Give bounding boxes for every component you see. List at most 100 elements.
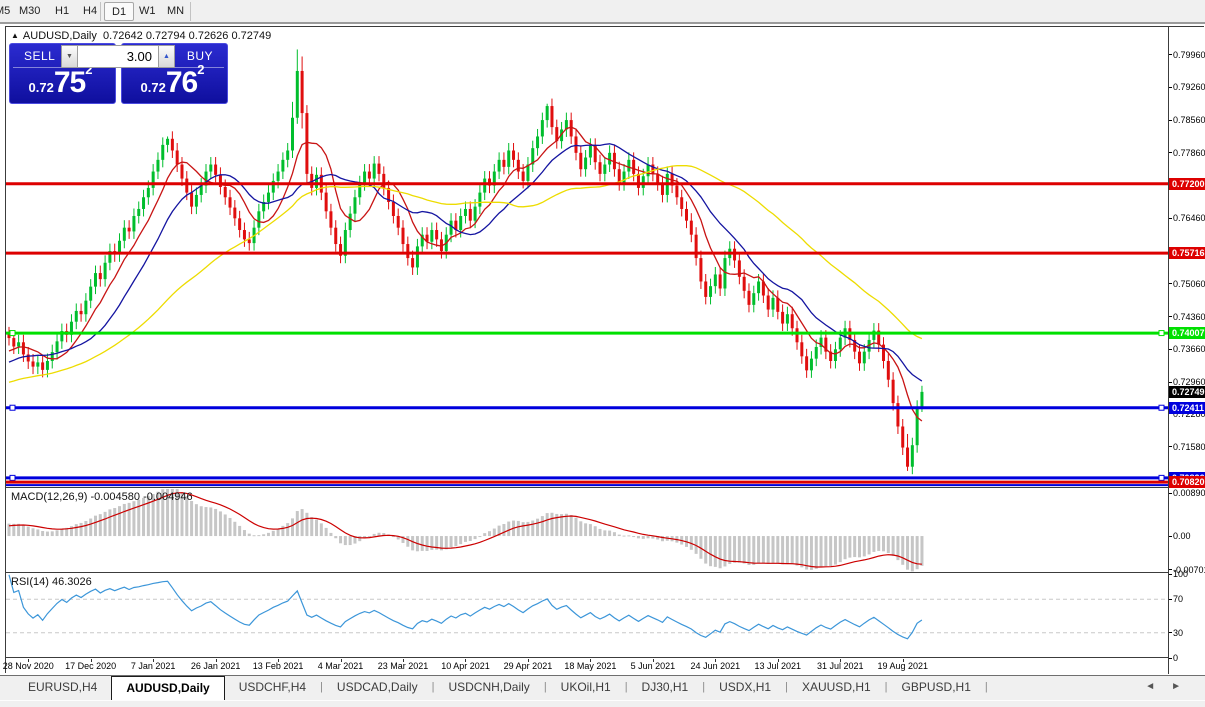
candle-body (642, 176, 645, 188)
chart-tab-usdcad[interactable]: USDCAD,Daily (323, 676, 432, 700)
chart-tab-audusd[interactable]: AUDUSD,Daily (111, 676, 224, 700)
line-handle[interactable] (10, 405, 15, 410)
chart-tab-usdchf[interactable]: USDCHF,H4 (225, 676, 320, 700)
timeframe-button-d1[interactable]: D1 (104, 2, 134, 21)
macd-histogram-bar (27, 527, 30, 537)
macd-histogram-bar (84, 521, 87, 536)
chart-tab-usdcnh[interactable]: USDCNH,Daily (434, 676, 543, 700)
candle-body (80, 311, 83, 314)
timeframe-button-w1[interactable]: W1 (132, 2, 163, 21)
date-label: 31 Jul 2021 (817, 661, 864, 671)
timeframe-button-h1[interactable]: H1 (48, 2, 76, 21)
macd-histogram-bar (426, 536, 429, 551)
macd-histogram-bar (820, 536, 823, 567)
candle-body (839, 338, 842, 350)
candle-body (315, 175, 318, 188)
candle-body (358, 183, 361, 197)
date-label: 5 Jun 2021 (631, 661, 676, 671)
macd-histogram-bar (911, 536, 914, 571)
line-handle[interactable] (10, 475, 15, 480)
rsi-indicator-panel[interactable]: RSI(14) 46.3026 (6, 574, 1168, 658)
macd-histogram-bar (262, 534, 265, 536)
tab-scroll-right-icon[interactable]: ► (1171, 681, 1197, 692)
macd-histogram-bar (844, 536, 847, 559)
macd-histogram-bar (305, 513, 308, 536)
candle-body (286, 150, 289, 159)
macd-histogram-bar (743, 536, 746, 563)
candle-body (190, 193, 193, 207)
macd-histogram-bar (349, 536, 352, 545)
date-label: 10 Apr 2021 (441, 661, 490, 671)
candle-body (699, 258, 702, 281)
macd-histogram-bar (358, 536, 361, 541)
chart-tab-ukoil[interactable]: UKOil,H1 (547, 676, 625, 700)
rsi-canvas[interactable] (6, 574, 1168, 658)
macd-histogram-bar (796, 536, 799, 566)
macd-histogram-bar (267, 533, 270, 536)
candle-body (176, 150, 179, 164)
candle-body (675, 186, 678, 198)
macd-histogram-bar (229, 518, 232, 536)
candle-body (767, 296, 770, 310)
macd-histogram-bar (469, 536, 472, 541)
candle-body (570, 120, 573, 136)
macd-histogram-bar (320, 523, 323, 536)
tab-scroll-left-icon[interactable]: ◄ (1145, 681, 1171, 692)
candle-body (498, 160, 501, 172)
macd-indicator-panel[interactable]: MACD(12,26,9) -0.004580 -0.004946 (6, 489, 1168, 573)
macd-histogram-bar (767, 536, 770, 564)
line-handle[interactable] (10, 331, 15, 336)
macd-histogram-bar (373, 534, 376, 536)
macd-histogram-bar (132, 501, 135, 536)
candle-body (589, 146, 592, 158)
candle-body (464, 209, 467, 216)
macd-histogram-bar (810, 536, 813, 570)
candle-body (647, 165, 650, 177)
macd-histogram-bar (853, 536, 856, 557)
date-axis[interactable]: 28 Nov 202017 Dec 20207 Jan 202126 Jan 2… (6, 659, 1168, 673)
price-chart-panel[interactable]: ▲AUDUSD,Daily 0.72642 0.72794 0.72626 0.… (6, 27, 1168, 488)
volume-decrease-button[interactable]: ▼ (61, 45, 78, 68)
chart-tab-dj30[interactable]: DJ30,H1 (628, 676, 703, 700)
price-axis[interactable]: 0.799600.792600.785600.778600.764600.750… (1168, 27, 1205, 674)
candle-body (56, 341, 59, 352)
chart-tab-gbpusd[interactable]: GBPUSD,H1 (888, 676, 985, 700)
price-tick-label: 0.77860 (1173, 148, 1205, 158)
rsi-tick-label: 0 (1173, 653, 1178, 663)
candle-body (771, 298, 774, 310)
macd-histogram-bar (800, 536, 803, 567)
candle-body (599, 162, 602, 174)
candle-body (128, 228, 131, 232)
macd-histogram-bar (584, 523, 587, 536)
candle-body (12, 338, 15, 346)
collapse-panel-icon[interactable]: ▲ (11, 31, 19, 40)
price-tick-mark (1169, 382, 1172, 383)
date-label: 18 May 2021 (564, 661, 616, 671)
volume-increase-button[interactable]: ▲ (158, 45, 175, 68)
candle-body (209, 165, 212, 172)
line-handle[interactable] (1159, 331, 1164, 336)
candle-body (214, 165, 217, 175)
candle-body (152, 172, 155, 188)
candle-body (257, 211, 260, 227)
price-tick-mark (1169, 218, 1172, 219)
chart-tab-eurusd[interactable]: EURUSD,H4 (14, 676, 111, 700)
timeframe-button-mn[interactable]: MN (160, 2, 191, 21)
line-handle[interactable] (1159, 405, 1164, 410)
macd-histogram-bar (618, 535, 621, 536)
macd-histogram-bar (709, 536, 712, 566)
candle-body (142, 197, 145, 209)
timeframe-button-m30[interactable]: M30 (12, 2, 47, 21)
price-tick-mark (1169, 446, 1172, 447)
line-handle[interactable] (1159, 475, 1164, 480)
candle-body (517, 160, 520, 172)
candle-body (752, 293, 755, 305)
volume-input[interactable]: 3.00 (78, 45, 158, 68)
macd-histogram-bar (502, 524, 505, 536)
rsi-tick-label: 70 (1173, 594, 1183, 604)
macd-histogram-bar (771, 536, 774, 563)
macd-histogram-bar (224, 514, 227, 536)
chart-tab-xauusd[interactable]: XAUUSD,H1 (788, 676, 885, 700)
chart-tab-usdx[interactable]: USDX,H1 (705, 676, 785, 700)
candle-body (180, 165, 183, 179)
